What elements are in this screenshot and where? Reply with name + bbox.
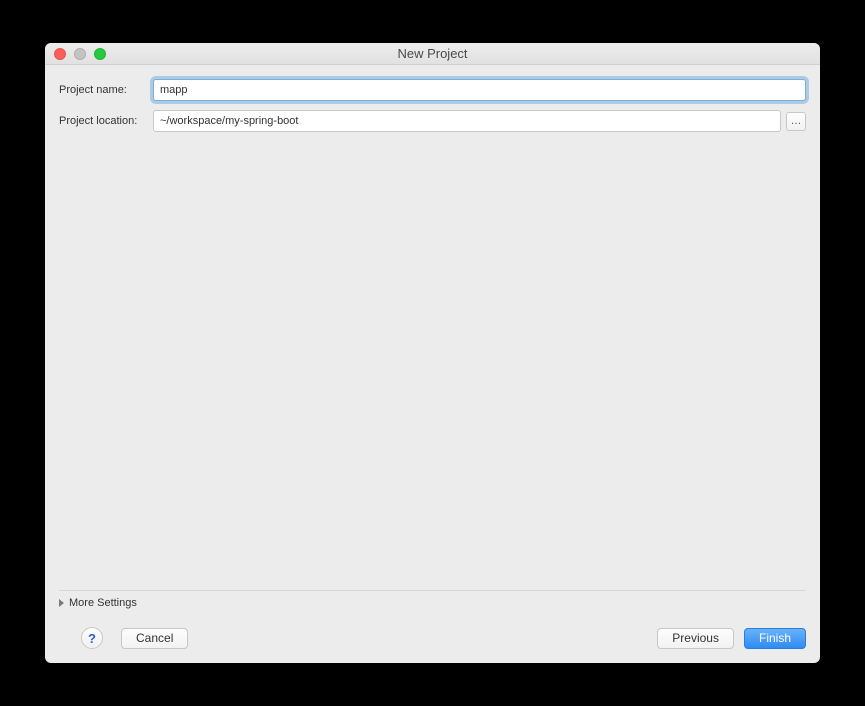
project-location-label: Project location: bbox=[59, 115, 153, 127]
dialog-content: Project name: Project location: … More S… bbox=[45, 65, 820, 615]
dialog-footer: ? Cancel Previous Finish bbox=[45, 615, 820, 663]
browse-button[interactable]: … bbox=[786, 112, 806, 131]
cancel-button[interactable]: Cancel bbox=[121, 628, 188, 649]
more-settings-toggle[interactable]: More Settings bbox=[59, 590, 806, 615]
project-location-row: Project location: … bbox=[59, 110, 806, 132]
project-name-label: Project name: bbox=[59, 84, 153, 96]
zoom-icon[interactable] bbox=[94, 48, 106, 60]
dialog-window: New Project Project name: Project locati… bbox=[45, 43, 820, 663]
window-controls bbox=[54, 48, 106, 60]
close-icon[interactable] bbox=[54, 48, 66, 60]
help-button[interactable]: ? bbox=[81, 627, 103, 649]
more-settings-label: More Settings bbox=[69, 597, 137, 609]
window-title: New Project bbox=[45, 46, 820, 61]
disclosure-right-icon bbox=[59, 599, 64, 607]
minimize-icon bbox=[74, 48, 86, 60]
project-name-input[interactable] bbox=[153, 79, 806, 101]
project-name-row: Project name: bbox=[59, 79, 806, 101]
project-location-input[interactable] bbox=[153, 110, 781, 132]
titlebar: New Project bbox=[45, 43, 820, 65]
content-spacer bbox=[59, 141, 806, 590]
finish-button[interactable]: Finish bbox=[744, 628, 806, 649]
previous-button[interactable]: Previous bbox=[657, 628, 734, 649]
